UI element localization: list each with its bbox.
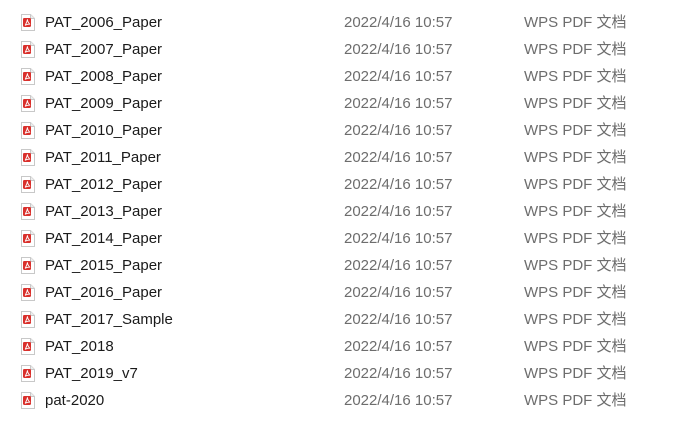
file-row[interactable]: PAT_2012_Paper 2022/4/16 10:57 WPS PDF 文…: [0, 171, 674, 198]
file-type: WPS PDF 文档: [524, 392, 627, 409]
file-name: PAT_2014_Paper: [45, 230, 163, 247]
file-type: WPS PDF 文档: [524, 338, 627, 355]
file-name: PAT_2010_Paper: [45, 122, 163, 139]
pdf-file-icon: [21, 284, 35, 301]
file-modified-date: 2022/4/16 10:57: [344, 68, 453, 85]
file-type: WPS PDF 文档: [524, 95, 627, 112]
file-modified-date: 2022/4/16 10:57: [344, 230, 453, 247]
file-modified-date: 2022/4/16 10:57: [344, 41, 453, 58]
pdf-file-icon: [21, 365, 35, 382]
file-modified-date: 2022/4/16 10:57: [344, 284, 453, 301]
pdf-file-icon: [21, 203, 35, 220]
file-row[interactable]: PAT_2013_Paper 2022/4/16 10:57 WPS PDF 文…: [0, 198, 674, 225]
file-modified-date: 2022/4/16 10:57: [344, 257, 453, 274]
file-type: WPS PDF 文档: [524, 68, 627, 85]
file-type: WPS PDF 文档: [524, 311, 627, 328]
file-row[interactable]: PAT_2011_Paper 2022/4/16 10:57 WPS PDF 文…: [0, 144, 674, 171]
file-name: PAT_2012_Paper: [45, 176, 163, 193]
pdf-file-icon: [21, 311, 35, 328]
file-row[interactable]: PAT_2017_Sample 2022/4/16 10:57 WPS PDF …: [0, 306, 674, 333]
file-modified-date: 2022/4/16 10:57: [344, 203, 453, 220]
file-name: PAT_2007_Paper: [45, 41, 163, 58]
pdf-file-icon: [21, 95, 35, 112]
pdf-file-icon: [21, 149, 35, 166]
file-modified-date: 2022/4/16 10:57: [344, 176, 453, 193]
file-row[interactable]: PAT_2015_Paper 2022/4/16 10:57 WPS PDF 文…: [0, 252, 674, 279]
file-type: WPS PDF 文档: [524, 257, 627, 274]
file-modified-date: 2022/4/16 10:57: [344, 122, 453, 139]
file-type: WPS PDF 文档: [524, 203, 627, 220]
file-name: pat-2020: [45, 392, 105, 409]
file-type: WPS PDF 文档: [524, 41, 627, 58]
pdf-file-icon: [21, 68, 35, 85]
file-name: PAT_2017_Sample: [45, 311, 173, 328]
pdf-file-icon: [21, 41, 35, 58]
file-name: PAT_2013_Paper: [45, 203, 163, 220]
file-type: WPS PDF 文档: [524, 122, 627, 139]
file-name: PAT_2006_Paper: [45, 14, 163, 31]
file-name: PAT_2019_v7: [45, 365, 138, 382]
pdf-file-icon: [21, 14, 35, 31]
file-row[interactable]: PAT_2007_Paper 2022/4/16 10:57 WPS PDF 文…: [0, 36, 674, 63]
pdf-file-icon: [21, 122, 35, 139]
file-type: WPS PDF 文档: [524, 230, 627, 247]
file-modified-date: 2022/4/16 10:57: [344, 14, 453, 31]
pdf-file-icon: [21, 392, 35, 409]
file-name: PAT_2011_Paper: [45, 149, 161, 166]
file-modified-date: 2022/4/16 10:57: [344, 338, 453, 355]
file-name: PAT_2015_Paper: [45, 257, 163, 274]
file-row[interactable]: PAT_2010_Paper 2022/4/16 10:57 WPS PDF 文…: [0, 117, 674, 144]
pdf-file-icon: [21, 257, 35, 274]
pdf-file-icon: [21, 230, 35, 247]
file-row[interactable]: PAT_2008_Paper 2022/4/16 10:57 WPS PDF 文…: [0, 63, 674, 90]
file-modified-date: 2022/4/16 10:57: [344, 365, 453, 382]
file-name: PAT_2016_Paper: [45, 284, 163, 301]
file-list: PAT_2006_Paper 2022/4/16 10:57 WPS PDF 文…: [0, 9, 674, 414]
file-name: PAT_2018: [45, 338, 114, 355]
file-name: PAT_2009_Paper: [45, 95, 163, 112]
file-name: PAT_2008_Paper: [45, 68, 163, 85]
file-modified-date: 2022/4/16 10:57: [344, 95, 453, 112]
file-row[interactable]: PAT_2006_Paper 2022/4/16 10:57 WPS PDF 文…: [0, 9, 674, 36]
file-type: WPS PDF 文档: [524, 176, 627, 193]
file-row[interactable]: PAT_2014_Paper 2022/4/16 10:57 WPS PDF 文…: [0, 225, 674, 252]
file-modified-date: 2022/4/16 10:57: [344, 311, 453, 328]
pdf-file-icon: [21, 176, 35, 193]
pdf-file-icon: [21, 338, 35, 355]
file-row[interactable]: PAT_2016_Paper 2022/4/16 10:57 WPS PDF 文…: [0, 279, 674, 306]
file-modified-date: 2022/4/16 10:57: [344, 392, 453, 409]
file-type: WPS PDF 文档: [524, 149, 627, 166]
file-row[interactable]: PAT_2019_v7 2022/4/16 10:57 WPS PDF 文档: [0, 360, 674, 387]
file-type: WPS PDF 文档: [524, 365, 627, 382]
file-row[interactable]: pat-2020 2022/4/16 10:57 WPS PDF 文档: [0, 387, 674, 414]
file-row[interactable]: PAT_2009_Paper 2022/4/16 10:57 WPS PDF 文…: [0, 90, 674, 117]
file-modified-date: 2022/4/16 10:57: [344, 149, 453, 166]
file-row[interactable]: PAT_2018 2022/4/16 10:57 WPS PDF 文档: [0, 333, 674, 360]
file-type: WPS PDF 文档: [524, 14, 627, 31]
file-type: WPS PDF 文档: [524, 284, 627, 301]
